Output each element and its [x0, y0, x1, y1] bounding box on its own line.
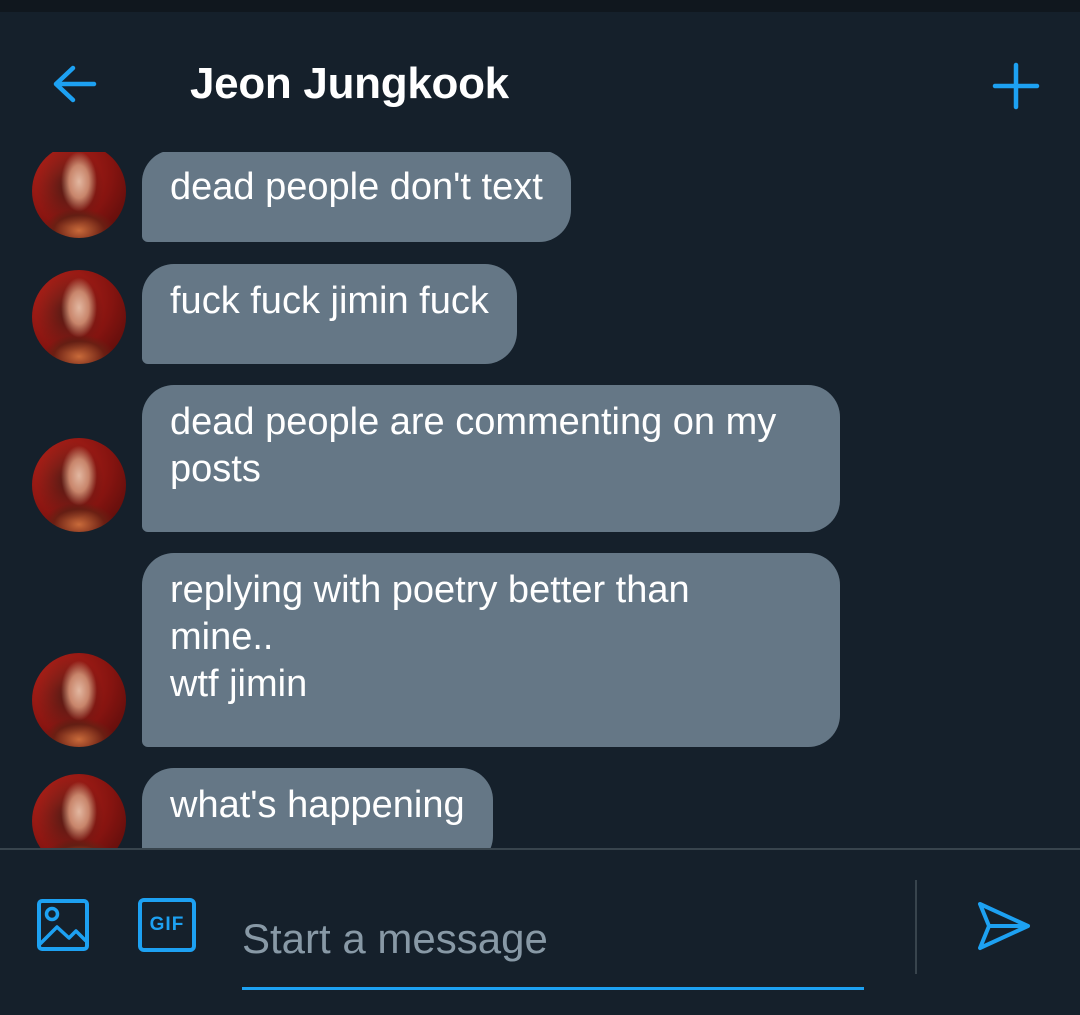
image-icon — [37, 899, 89, 951]
message-list[interactable]: dead people don't text fuck fuck jimin f… — [0, 152, 1080, 848]
avatar[interactable] — [32, 438, 126, 532]
back-button[interactable] — [44, 58, 104, 110]
status-strip — [0, 0, 1080, 12]
gif-button[interactable]: GIF — [138, 898, 196, 952]
avatar[interactable] — [32, 774, 126, 848]
message-input[interactable] — [242, 890, 864, 990]
message-bubble[interactable]: fuck fuck jimin fuck — [142, 264, 517, 364]
avatar[interactable] — [32, 152, 126, 238]
avatar[interactable] — [32, 270, 126, 364]
add-media-button[interactable] — [34, 896, 92, 954]
conversation-header: Jeon Jungkook — [0, 12, 1080, 152]
message-bubble[interactable]: dead people don't text — [142, 152, 571, 242]
plus-icon — [992, 62, 1040, 110]
send-icon — [978, 902, 1030, 950]
message-composer: GIF — [0, 848, 1080, 1015]
composer-divider — [915, 880, 917, 974]
conversation-title: Jeon Jungkook — [190, 59, 509, 108]
message-bubble[interactable]: dead people are commenting on my posts — [142, 385, 840, 532]
gif-label: GIF — [149, 914, 185, 935]
message-bubble[interactable]: replying with poetry better than mine.. … — [142, 553, 840, 747]
avatar[interactable] — [32, 653, 126, 747]
add-button[interactable] — [984, 56, 1048, 116]
arrow-left-icon — [53, 65, 97, 103]
send-button[interactable] — [972, 896, 1036, 956]
message-bubble[interactable]: what's happening — [142, 768, 493, 848]
